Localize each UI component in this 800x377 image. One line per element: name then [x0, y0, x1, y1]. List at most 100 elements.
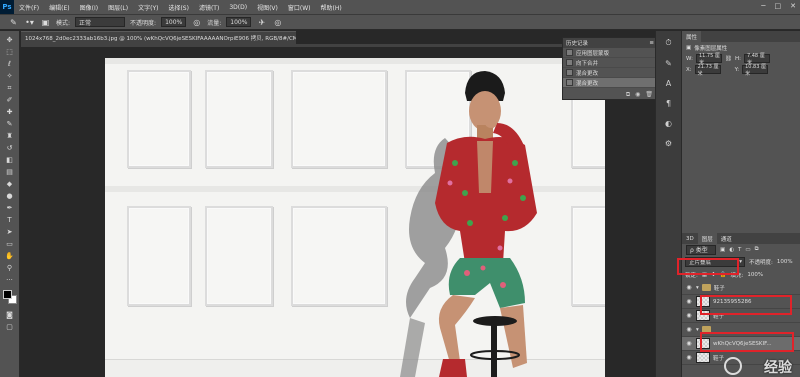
brush-preset-icon[interactable]: ✎	[662, 57, 676, 69]
paragraph-panel-icon[interactable]: ¶	[662, 97, 676, 109]
more-tools-icon[interactable]: ···	[3, 275, 17, 285]
pressure-size-icon[interactable]: ◎	[272, 17, 283, 28]
history-item[interactable]: 向下合并	[563, 58, 657, 68]
visibility-eye-icon[interactable]: ◉	[685, 312, 693, 319]
tab-3d[interactable]: 3D	[682, 233, 698, 244]
layer-opacity-value[interactable]: 100%	[777, 259, 793, 265]
history-state-icon	[566, 69, 573, 76]
tools-panel: ✥ ⬚ ℓ ✧ ⌗ ✐ ✚ ✎ ♜ ↺ ◧ ▤ ◆ ● ✒ T ➤ ▭ ✋ ⚲ …	[0, 31, 20, 377]
filter-adjustment-icon[interactable]: ◐	[729, 247, 734, 253]
menu-type[interactable]: 文字(Y)	[133, 3, 163, 12]
visibility-eye-icon[interactable]: ◉	[685, 354, 693, 361]
crop-tool-icon[interactable]: ⌗	[3, 83, 17, 93]
screen-mode-icon[interactable]: ▢	[3, 322, 17, 332]
history-panel-title[interactable]: 历史记录	[566, 39, 588, 47]
document-tab[interactable]: 1024x768_2d0ec2333ab16b3.jpg @ 100% (wKh…	[21, 31, 296, 44]
layer-thumbnail	[696, 352, 710, 363]
zoom-tool-icon[interactable]: ⚲	[3, 263, 17, 273]
history-item[interactable]: 应用图层蒙版	[563, 48, 657, 58]
close-button[interactable]: ✕	[790, 2, 796, 10]
quick-select-tool-icon[interactable]: ✧	[3, 71, 17, 81]
path-select-tool-icon[interactable]: ➤	[3, 227, 17, 237]
minimize-button[interactable]: ─	[761, 2, 765, 10]
clone-stamp-tool-icon[interactable]: ♜	[3, 131, 17, 141]
opacity-input[interactable]: 100%	[161, 17, 187, 27]
brush-size-icon[interactable]: •▾	[24, 17, 35, 28]
eyedropper-tool-icon[interactable]: ✐	[3, 95, 17, 105]
panel-menu-icon[interactable]: ≡	[649, 40, 654, 46]
layer-filter-row: ρ 类型 ▣ ◐ T ▭ ⧉	[682, 244, 800, 255]
layer-group-row[interactable]: ◉ ▾ 鞋子	[682, 281, 800, 295]
opacity-label: 不透明度:	[130, 19, 157, 27]
x-label: X:	[686, 66, 692, 73]
character-panel-icon[interactable]: A	[662, 77, 676, 89]
eraser-tool-icon[interactable]: ◧	[3, 155, 17, 165]
wall-panel	[205, 206, 273, 306]
image-canvas[interactable]	[105, 58, 605, 377]
visibility-eye-icon[interactable]: ◉	[685, 340, 693, 347]
menu-filter[interactable]: 滤镜(T)	[194, 3, 224, 12]
maximize-button[interactable]: □	[775, 2, 782, 10]
quick-mask-icon[interactable]: ◙	[3, 310, 17, 320]
expand-arrow-icon[interactable]: ▾	[696, 285, 699, 291]
history-item-label: 混合更改	[576, 80, 599, 87]
healing-brush-tool-icon[interactable]: ✚	[3, 107, 17, 117]
history-brush-tool-icon[interactable]: ↺	[3, 143, 17, 153]
history-item[interactable]: 混合更改	[563, 68, 657, 78]
y-input[interactable]: 10.83 厘米	[742, 64, 769, 77]
options-bar: ✎ •▾ ▣ 模式: 正常 不透明度: 100% ◎ 流量: 100% ✈ ◎	[0, 14, 800, 30]
tab-layers[interactable]: 图层	[697, 233, 717, 244]
highlight-layer	[700, 295, 792, 315]
foreground-color-swatch[interactable]	[2, 290, 12, 299]
hand-tool-icon[interactable]: ✋	[3, 251, 17, 261]
flow-input[interactable]: 100%	[226, 17, 252, 27]
color-swatches[interactable]	[2, 290, 17, 304]
layer-name: 鞋子	[713, 285, 725, 292]
filter-shape-icon[interactable]: ▭	[745, 247, 750, 253]
pressure-opacity-icon[interactable]: ◎	[191, 17, 202, 28]
move-tool-icon[interactable]: ✥	[3, 35, 17, 45]
menu-select[interactable]: 选择(S)	[163, 3, 194, 12]
mode-select[interactable]: 正常	[75, 17, 126, 27]
expand-arrow-icon[interactable]: ▾	[696, 327, 699, 333]
menu-edit[interactable]: 编辑(E)	[44, 3, 74, 12]
menu-help[interactable]: 帮助(H)	[316, 3, 347, 12]
marquee-tool-icon[interactable]: ⬚	[3, 47, 17, 57]
new-document-from-state-icon[interactable]: ⧉	[626, 91, 630, 99]
gradient-tool-icon[interactable]: ▤	[3, 167, 17, 177]
menu-file[interactable]: 文件(F)	[14, 3, 44, 12]
visibility-eye-icon[interactable]: ◉	[685, 298, 693, 305]
brush-tool-preset-icon[interactable]: ✎	[8, 17, 19, 28]
shape-tool-icon[interactable]: ▭	[3, 239, 17, 249]
brush-tool-icon[interactable]: ✎	[3, 119, 17, 129]
trash-icon[interactable]: 🗑	[645, 91, 653, 98]
menu-image[interactable]: 图像(I)	[75, 3, 103, 12]
tab-channels[interactable]: 通道	[717, 233, 736, 244]
menu-layer[interactable]: 图层(L)	[103, 3, 133, 12]
link-icon[interactable]: ⛓	[725, 56, 732, 62]
filter-type-icon[interactable]: T	[738, 247, 741, 253]
styles-panel-icon[interactable]: ⚙	[662, 137, 676, 149]
blur-tool-icon[interactable]: ◆	[3, 179, 17, 189]
x-input[interactable]: 21.73 厘米	[694, 64, 721, 77]
adjustments-panel-icon[interactable]: ◐	[662, 117, 676, 129]
history-panel-icon[interactable]: ⏱	[662, 37, 676, 49]
tab-properties[interactable]: 属性	[682, 31, 702, 42]
filter-smart-icon[interactable]: ⧉	[755, 246, 759, 253]
menu-view[interactable]: 视图(V)	[252, 3, 283, 12]
type-tool-icon[interactable]: T	[3, 215, 17, 225]
layer-kind-filter[interactable]: ρ 类型	[686, 244, 716, 255]
visibility-eye-icon[interactable]: ◉	[685, 284, 693, 291]
filter-pixel-icon[interactable]: ▣	[720, 247, 725, 253]
lasso-tool-icon[interactable]: ℓ	[3, 59, 17, 69]
fill-value[interactable]: 100%	[747, 272, 763, 278]
menu-3d[interactable]: 3D(D)	[224, 4, 252, 11]
airbrush-icon[interactable]: ✈	[256, 17, 267, 28]
visibility-eye-icon[interactable]: ◉	[685, 326, 693, 333]
dodge-tool-icon[interactable]: ●	[3, 191, 17, 201]
menu-window[interactable]: 窗口(W)	[283, 3, 316, 12]
pen-tool-icon[interactable]: ✒	[3, 203, 17, 213]
history-item-active[interactable]: 混合更改	[563, 78, 657, 88]
snapshot-icon[interactable]: ◉	[635, 91, 640, 98]
brush-panel-icon[interactable]: ▣	[40, 17, 51, 28]
